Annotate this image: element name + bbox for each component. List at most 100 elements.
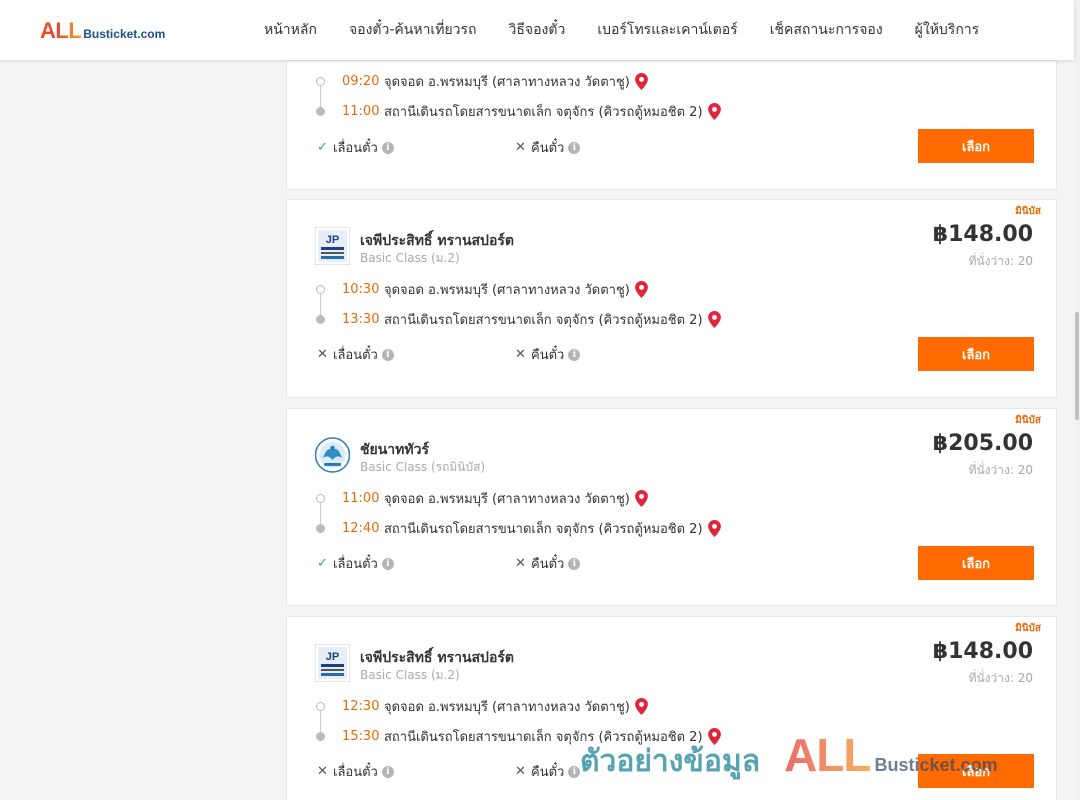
map-pin-icon[interactable] — [634, 72, 648, 90]
bus-class: Basic Class (รถมินิบัส) — [360, 460, 486, 474]
refund-ticket-policy: ✕ คืนตั๋ว i — [515, 761, 581, 782]
arrival-stop: 11:00 สถานีเดินรถโดยสารขนาดเล็ก จตุจักร … — [315, 101, 721, 121]
nav-home[interactable]: หน้าหลัก — [248, 19, 333, 41]
arrival-dot-icon — [316, 731, 325, 741]
arrival-dot-icon — [316, 523, 325, 533]
departure-dot-icon — [316, 493, 325, 503]
page-scrollbar[interactable] — [1074, 0, 1080, 800]
arrival-stop: 13:30 สถานีเดินรถโดยสารขนาดเล็ก จตุจักร … — [315, 309, 721, 329]
change-ticket-policy: ✓ เลื่อนตั๋ว i — [317, 137, 394, 158]
check-icon: ✓ — [317, 140, 328, 155]
departure-time: 09:20 — [342, 73, 380, 89]
scrollbar-thumb[interactable] — [1075, 312, 1079, 420]
site-logo[interactable]: ALL Busticket.com — [40, 18, 165, 44]
arrival-time: 15:30 — [342, 728, 380, 744]
nav-how-to-book[interactable]: วิธีจองตั๋ว — [493, 19, 582, 41]
map-pin-icon[interactable] — [707, 102, 721, 120]
svg-text:JP: JP — [326, 651, 339, 663]
svg-text:JP: JP — [326, 234, 339, 246]
cross-icon: ✕ — [317, 347, 328, 362]
map-pin-icon[interactable] — [707, 727, 721, 745]
arrival-dot-icon — [316, 106, 325, 116]
check-icon: ✓ — [317, 556, 328, 571]
departure-place: จุดจอด อ.พรหมบุรี (ศาลาทางหลวง วัดตาชู) — [384, 74, 630, 90]
trip-card: มินิบัส JP เจพีประสิทธิ์ ทรานสปอร์ต Basi… — [286, 199, 1057, 398]
departure-time: 12:30 — [342, 698, 380, 714]
arrival-place: สถานีเดินรถโดยสารขนาดเล็ก จตุจักร (คิวรถ… — [384, 312, 703, 328]
arrival-stop: 15:30 สถานีเดินรถโดยสารขนาดเล็ก จตุจักร … — [315, 726, 721, 746]
trip-price: ฿148.00 — [932, 222, 1033, 247]
cross-icon: ✕ — [515, 556, 526, 571]
map-pin-icon[interactable] — [707, 519, 721, 537]
refund-ticket-label: คืนตั๋ว — [531, 348, 565, 363]
arrival-time: 12:40 — [342, 520, 380, 536]
cross-icon: ✕ — [515, 140, 526, 155]
departure-stop: 11:00 จุดจอด อ.พรหมบุรี (ศาลาทางหลวง วัด… — [315, 488, 648, 508]
change-ticket-policy: ✕ เลื่อนตั๋ว i — [317, 761, 394, 782]
bus-class: Basic Class (ม.2) — [360, 668, 460, 682]
map-pin-icon[interactable] — [634, 697, 648, 715]
info-icon[interactable]: i — [381, 348, 394, 361]
cross-icon: ✕ — [317, 764, 328, 779]
departure-stop: 09:20 จุดจอด อ.พรหมบุรี (ศาลาทางหลวง วัด… — [315, 71, 648, 91]
logo-domain-text: Busticket.com — [83, 27, 166, 41]
info-icon[interactable]: i — [568, 557, 581, 570]
logo-all-text: ALL — [40, 18, 82, 43]
trip-card: มินิบัส JP เจพีประสิทธิ์ ทรานสปอร์ต Basi… — [286, 616, 1057, 800]
trip-price: ฿205.00 — [932, 431, 1033, 456]
arrival-time: 11:00 — [342, 103, 380, 119]
nav-book-search[interactable]: จองตั๋ว-ค้นหาเที่ยวรถ — [333, 19, 493, 41]
arrival-place: สถานีเดินรถโดยสารขนาดเล็ก จตุจักร (คิวรถ… — [384, 104, 703, 120]
site-header: ALL Busticket.com หน้าหลัก จองตั๋ว-ค้นหา… — [0, 0, 1074, 60]
jp-operator-logo-icon: JP — [315, 644, 350, 682]
departure-dot-icon — [316, 76, 325, 86]
map-pin-icon[interactable] — [707, 310, 721, 328]
refund-ticket-label: คืนตั๋ว — [531, 765, 565, 780]
refund-ticket-policy: ✕ คืนตั๋ว i — [515, 137, 581, 158]
bus-class: Basic Class (ม.2) — [360, 251, 460, 265]
info-icon[interactable]: i — [568, 348, 581, 361]
arrival-time: 13:30 — [342, 311, 380, 327]
departure-stop: 12:30 จุดจอด อ.พรหมบุรี (ศาลาทางหลวง วัด… — [315, 696, 648, 716]
cross-icon: ✕ — [515, 347, 526, 362]
nav-operators[interactable]: ผู้ให้บริการ — [899, 19, 996, 41]
refund-ticket-policy: ✕ คืนตั๋ว i — [515, 553, 581, 574]
info-icon[interactable]: i — [381, 141, 394, 154]
nav-check-booking[interactable]: เช็คสถานะการจอง — [754, 19, 899, 41]
departure-time: 10:30 — [342, 281, 380, 297]
jp-operator-logo-icon: JP — [315, 227, 350, 265]
seats-available: ที่นั่งว่าง: 20 — [968, 463, 1033, 477]
nav-contact-counters[interactable]: เบอร์โทรและเคาน์เตอร์ — [581, 19, 753, 41]
departure-stop: 10:30 จุดจอด อ.พรหมบุรี (ศาลาทางหลวง วัด… — [315, 279, 648, 299]
departure-place: จุดจอด อ.พรหมบุรี (ศาลาทางหลวง วัดตาชู) — [384, 282, 630, 298]
trip-route: 09:20 จุดจอด อ.พรหมบุรี (ศาลาทางหลวง วัด… — [315, 71, 815, 127]
info-icon[interactable]: i — [381, 765, 394, 778]
trip-route: 12:30 จุดจอด อ.พรหมบุรี (ศาลาทางหลวง วัด… — [315, 696, 815, 752]
departure-time: 11:00 — [342, 490, 380, 506]
info-icon[interactable]: i — [568, 765, 581, 778]
arrival-place: สถานีเดินรถโดยสารขนาดเล็ก จตุจักร (คิวรถ… — [384, 729, 703, 745]
change-ticket-policy: ✕ เลื่อนตั๋ว i — [317, 344, 394, 365]
info-icon[interactable]: i — [381, 557, 394, 570]
departure-place: จุดจอด อ.พรหมบุรี (ศาลาทางหลวง วัดตาชู) — [384, 699, 630, 715]
change-ticket-label: เลื่อนตั๋ว — [333, 141, 378, 156]
info-icon[interactable]: i — [568, 141, 581, 154]
change-ticket-policy: ✓ เลื่อนตั๋ว i — [317, 553, 394, 574]
select-trip-button[interactable]: เลือก — [918, 129, 1034, 163]
map-pin-icon[interactable] — [634, 489, 648, 507]
departure-dot-icon — [316, 284, 325, 294]
seats-available: ที่นั่งว่าง: 20 — [968, 671, 1033, 685]
cross-icon: ✕ — [515, 764, 526, 779]
bus-type-badge: มินิบัส — [1015, 415, 1041, 426]
trip-route: 10:30 จุดจอด อ.พรหมบุรี (ศาลาทางหลวง วัด… — [315, 279, 815, 335]
arrival-dot-icon — [316, 314, 325, 324]
refund-ticket-label: คืนตั๋ว — [531, 557, 565, 572]
select-trip-button[interactable]: เลือก — [918, 754, 1034, 788]
map-pin-icon[interactable] — [634, 280, 648, 298]
select-trip-button[interactable]: เลือก — [918, 546, 1034, 580]
select-trip-button[interactable]: เลือก — [918, 337, 1034, 371]
departure-place: จุดจอด อ.พรหมบุรี (ศาลาทางหลวง วัดตาชู) — [384, 491, 630, 507]
departure-dot-icon — [316, 701, 325, 711]
seats-available: ที่นั่งว่าง: 20 — [968, 254, 1033, 268]
change-ticket-label: เลื่อนตั๋ว — [333, 557, 378, 572]
